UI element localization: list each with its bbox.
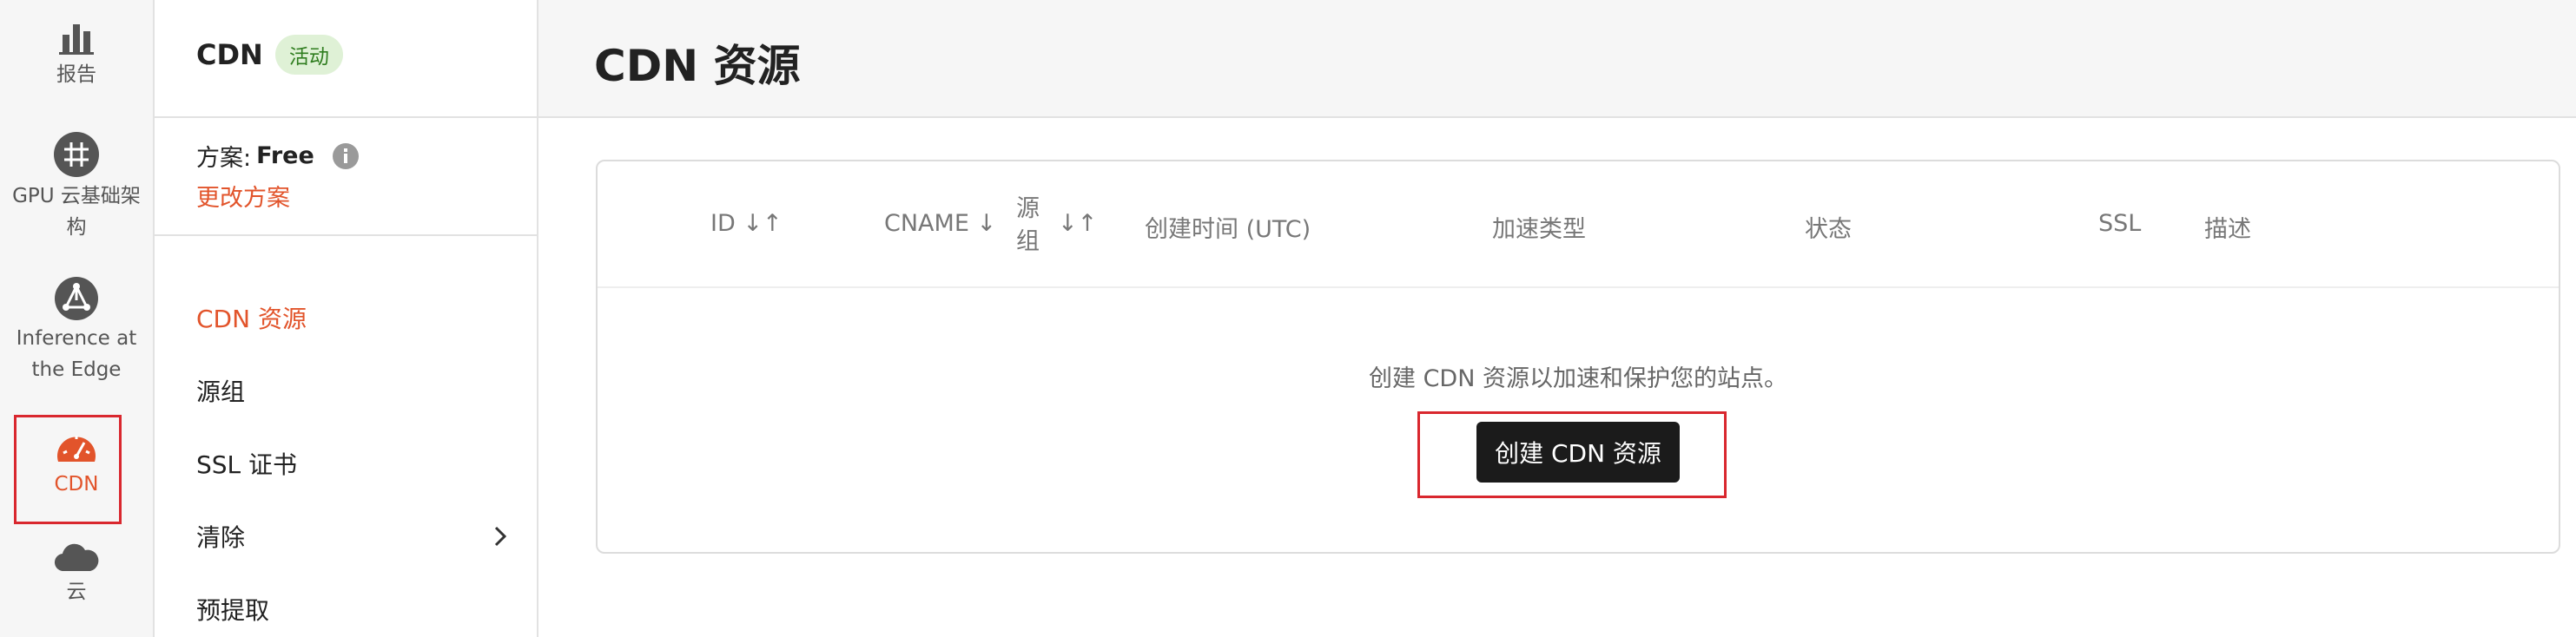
cloud-icon — [54, 543, 99, 572]
sidebar-item-label: 源组 — [196, 378, 246, 406]
sidebar-item-label: 预提取 — [196, 596, 270, 625]
rail-item-reports[interactable]: 报告 — [0, 19, 153, 90]
main-content: CDN 资源 ID ↓↑ CNAME ↓ 源组 ↓↑ 创建时间 (UTC) 加速… — [538, 0, 2576, 637]
bar-chart-icon — [59, 24, 94, 55]
sidebar-item-prefetch[interactable]: 预提取 — [196, 592, 509, 627]
resources-table-card: ID ↓↑ CNAME ↓ 源组 ↓↑ 创建时间 (UTC) 加速类型 状态 S… — [596, 160, 2560, 554]
rail-label: 云 — [66, 581, 87, 603]
sidebar-item-purge[interactable]: 清除 — [196, 519, 509, 554]
change-plan-link[interactable]: 更改方案 — [196, 179, 290, 213]
chip-icon — [54, 132, 99, 177]
rail-item-cloud[interactable]: 云 — [0, 540, 153, 607]
page-title: CDN 资源 — [594, 41, 801, 91]
column-header-created[interactable]: 创建时间 (UTC) — [1145, 210, 1311, 244]
column-header-origin-group[interactable]: 源组 — [1016, 193, 1042, 259]
chevron-right-icon — [494, 526, 507, 547]
column-header-acceleration-type: 加速类型 — [1492, 216, 1586, 243]
empty-state-message: 创建 CDN 资源以加速和保护您的站点。 — [1368, 365, 1787, 392]
sidebar-item-cdn-resources[interactable]: CDN 资源 — [196, 300, 509, 335]
sidebar-item-label: CDN 资源 — [196, 305, 307, 333]
divider — [155, 116, 537, 118]
product-sidebar: CDN 活动 方案: Free 更改方案 CDN 资源 源组 SSL 证书 清除… — [155, 0, 538, 637]
plan-value: Free — [256, 142, 314, 169]
rail-label: 报告 — [56, 63, 96, 86]
highlight-box-cdn — [14, 415, 122, 524]
column-header-description: 描述 — [2204, 216, 2251, 243]
column-header-ssl: SSL — [2098, 210, 2142, 237]
rail-label: GPU 云基础架构 — [12, 185, 141, 239]
column-header-origin-group-sort[interactable]: ↓↑ — [1058, 210, 1097, 237]
sidebar-item-label: SSL 证书 — [196, 450, 298, 479]
product-header: CDN 活动 — [196, 35, 343, 75]
plan-label: 方案: — [196, 145, 252, 172]
icon-rail: 报告 GPU 云基础架构 Inference at the Edge CDN 云 — [0, 0, 155, 637]
info-icon[interactable] — [332, 142, 360, 170]
page-header: CDN 资源 — [538, 0, 2576, 118]
sidebar-item-ssl-certificates[interactable]: SSL 证书 — [196, 446, 509, 481]
highlight-box-create-button — [1417, 411, 1727, 498]
column-header-status: 状态 — [1805, 216, 1852, 243]
product-name: CDN — [196, 38, 263, 71]
network-icon — [55, 277, 98, 320]
table-header: ID ↓↑ CNAME ↓ 源组 ↓↑ 创建时间 (UTC) 加速类型 状态 S… — [598, 161, 2559, 288]
rail-item-inference-edge[interactable]: Inference at the Edge — [0, 276, 153, 385]
rail-item-gpu-cloud[interactable]: GPU 云基础架构 — [0, 130, 153, 243]
rail-label: Inference at the Edge — [16, 327, 137, 381]
column-header-id[interactable]: ID ↓↑ — [710, 210, 783, 237]
sidebar-item-origin-groups[interactable]: 源组 — [196, 373, 509, 408]
status-badge: 活动 — [274, 35, 343, 75]
plan-info: 方案: Free — [196, 139, 360, 173]
sidebar-item-label: 清除 — [196, 523, 246, 552]
column-header-cname[interactable]: CNAME ↓ — [884, 210, 996, 237]
divider — [155, 234, 537, 236]
